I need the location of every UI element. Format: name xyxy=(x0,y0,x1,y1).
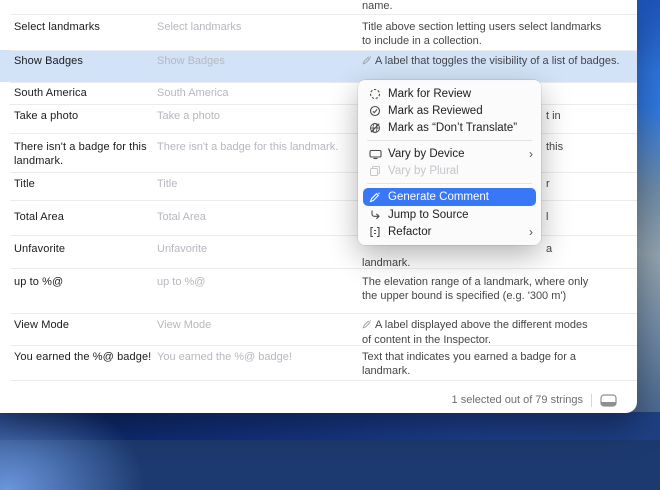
string-key: There isn't a badge for this landmark. xyxy=(14,141,152,168)
jump-arrow-icon xyxy=(367,209,383,221)
comment-fragment: a xyxy=(546,243,552,257)
comment-cell: A label displayed above the different mo… xyxy=(362,319,590,347)
ai-generated-comment-icon xyxy=(362,55,372,70)
default-value: Select landmarks xyxy=(157,21,343,35)
default-value: South America xyxy=(157,87,343,101)
plural-layers-icon xyxy=(367,165,383,177)
menu-separator xyxy=(367,140,532,141)
string-key: up to %@ xyxy=(14,276,152,290)
context-menu: Mark for Review Mark as Reviewed Mark as… xyxy=(358,80,541,245)
menu-item-label: Vary by Device xyxy=(388,148,464,160)
string-key: Unfavorite xyxy=(14,243,152,257)
default-value: Unfavorite xyxy=(157,243,343,257)
default-value: Show Badges xyxy=(157,55,343,69)
default-value: up to %@ xyxy=(157,276,343,290)
table-row[interactable]: Select landmarks Select landmarks Title … xyxy=(0,14,637,50)
comment-fragment: this xyxy=(546,141,563,155)
dashed-circle-icon xyxy=(367,88,383,100)
menu-item-jump-to-source[interactable]: Jump to Source xyxy=(358,206,541,223)
refactor-icon xyxy=(367,226,383,238)
menu-item-label: Mark for Review xyxy=(388,88,471,100)
xcode-string-catalog-window: name. Select landmarks Select landmarks … xyxy=(0,0,637,413)
menu-item-vary-by-device[interactable]: Vary by Device › xyxy=(358,145,541,162)
ai-generated-comment-icon xyxy=(362,319,372,334)
checkmark-circle-icon xyxy=(367,105,383,117)
table-row[interactable]: Title Title r xyxy=(0,172,637,200)
comment-fragment: t in xyxy=(546,110,561,124)
filter-bar-toggle-icon[interactable] xyxy=(600,394,617,407)
menu-separator xyxy=(367,183,532,184)
table-row[interactable]: You earned the %@ badge! You earned the … xyxy=(0,345,637,380)
menu-item-generate-comment[interactable]: Generate Comment xyxy=(363,188,536,206)
table-row[interactable]: name. xyxy=(0,0,637,14)
string-key: Select landmarks xyxy=(14,21,152,35)
string-key: Title xyxy=(14,178,152,192)
table-row-selected[interactable]: Show Badges Show Badges A label that tog… xyxy=(0,50,637,82)
comment-text: A label displayed above the different mo… xyxy=(362,319,588,346)
string-key: You earned the %@ badge! xyxy=(14,351,152,365)
menu-item-label: Refactor xyxy=(388,226,431,238)
default-value: Title xyxy=(157,178,343,192)
default-value: Total Area xyxy=(157,211,343,225)
string-key: Show Badges xyxy=(14,55,152,69)
comment-cell: Title above section letting users select… xyxy=(362,21,602,48)
menu-item-mark-for-review[interactable]: Mark for Review xyxy=(358,85,541,102)
default-value: View Mode xyxy=(157,319,343,333)
status-bar: 1 selected out of 79 strings xyxy=(452,391,617,409)
menu-item-mark-as-reviewed[interactable]: Mark as Reviewed xyxy=(358,102,541,119)
table-row[interactable]: Unfavorite Unfavorite a landmark. xyxy=(0,235,637,268)
comment-cell: Text that indicates you earned a badge f… xyxy=(362,351,624,378)
status-divider xyxy=(591,394,592,407)
table-end-divider xyxy=(10,380,637,381)
default-value: Take a photo xyxy=(157,110,343,124)
comment-cell: name. xyxy=(362,0,624,14)
comment-text: A label that toggles the visibility of a… xyxy=(375,55,620,67)
string-key: View Mode xyxy=(14,319,152,333)
menu-item-refactor[interactable]: Refactor › xyxy=(358,223,541,240)
menu-item-vary-by-plural: Vary by Plural xyxy=(358,162,541,179)
submenu-chevron-icon: › xyxy=(529,226,533,238)
menu-item-label: Jump to Source xyxy=(388,209,469,221)
menu-item-label: Generate Comment xyxy=(388,191,489,203)
table-row[interactable]: Total Area Total Area l xyxy=(0,200,637,235)
comment-fragment: l xyxy=(546,211,548,225)
table-row[interactable]: View Mode View Mode A label displayed ab… xyxy=(0,313,637,345)
string-key: Take a photo xyxy=(14,110,152,124)
comment-cell: A label that toggles the visibility of a… xyxy=(362,55,624,70)
table-row[interactable]: South America South America xyxy=(0,82,637,104)
menu-item-label: Vary by Plural xyxy=(388,165,459,177)
submenu-chevron-icon: › xyxy=(529,148,533,160)
table-row[interactable]: Take a photo Take a photo t in xyxy=(0,104,637,133)
selection-count-label: 1 selected out of 79 strings xyxy=(452,394,583,406)
device-icon xyxy=(367,148,383,160)
menu-item-mark-dont-translate[interactable]: Mark as “Don’t Translate” xyxy=(358,119,541,136)
table-row[interactable]: up to %@ up to %@ The elevation range of… xyxy=(0,268,637,313)
comment-cell: The elevation range of a landmark, where… xyxy=(362,276,597,303)
string-key: Total Area xyxy=(14,211,152,225)
globe-slash-icon xyxy=(367,122,383,134)
menu-item-label: Mark as “Don’t Translate” xyxy=(388,122,517,134)
default-value: There isn't a badge for this landmark. xyxy=(157,141,343,155)
comment-fragment: r xyxy=(546,178,550,192)
sparkle-pencil-icon xyxy=(367,191,383,203)
table-row[interactable]: There isn't a badge for this landmark. T… xyxy=(0,133,637,172)
default-value: You earned the %@ badge! xyxy=(157,351,343,365)
menu-item-label: Mark as Reviewed xyxy=(388,105,483,117)
string-key: South America xyxy=(14,87,152,101)
